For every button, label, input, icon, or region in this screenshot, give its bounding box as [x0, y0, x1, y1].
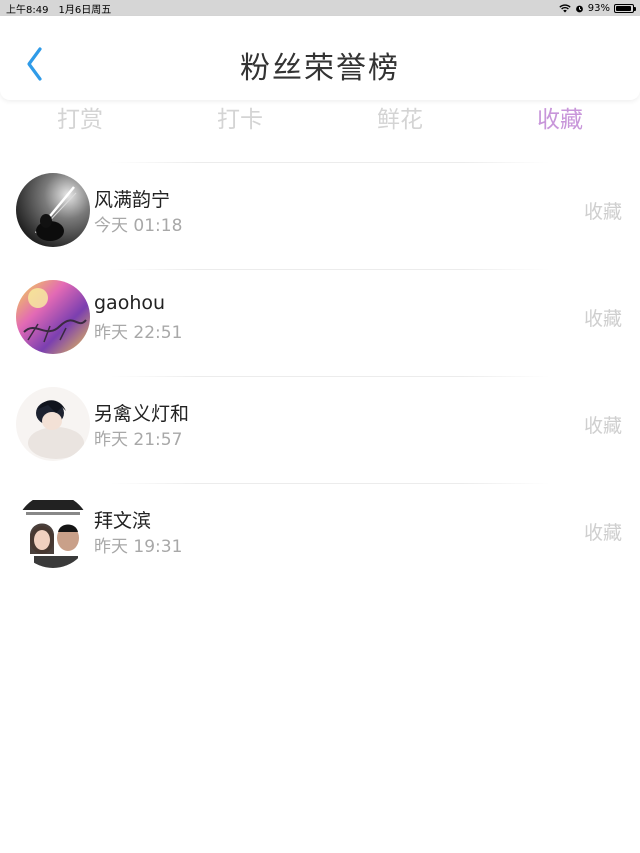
tab-flowers[interactable]: 鲜花 [320, 100, 480, 142]
fan-name: 拜文滨 [94, 510, 152, 532]
fan-time: 今天 01:18 [94, 216, 183, 236]
fan-time: 昨天 22:51 [94, 323, 183, 343]
nav-bar: 粉丝荣誉榜 [0, 16, 640, 100]
fan-action-label: 收藏 [583, 201, 622, 223]
page-title: 粉丝荣誉榜 [240, 51, 400, 86]
avatar [16, 280, 90, 354]
avatar [16, 387, 90, 461]
fan-time: 昨天 21:57 [94, 430, 183, 450]
battery-icon [614, 3, 636, 13]
tab-reward[interactable]: 打赏 [0, 100, 160, 142]
list-item[interactable]: 拜文滨 昨天 19:31 收藏 [0, 484, 640, 590]
tab-checkin[interactable]: 打卡 [160, 100, 320, 142]
fan-action-label: 收藏 [583, 522, 622, 544]
list-item[interactable]: 另禽义灯和 昨天 21:57 收藏 [0, 377, 640, 483]
battery-fill [616, 5, 631, 11]
status-right: 93% [559, 2, 636, 14]
alarm-icon [575, 5, 583, 12]
status-date: 1月6日周五 [58, 4, 112, 16]
fan-name: 另禽义灯和 [94, 403, 190, 425]
fan-name: gaohou [94, 292, 166, 314]
fan-time: 昨天 19:31 [94, 537, 183, 557]
status-left: 上午8:49 1月6日周五 [6, 1, 111, 16]
avatar [16, 494, 90, 568]
tab-bar: 打赏 打卡 鲜花 收藏 [0, 100, 640, 142]
wifi-icon [559, 3, 571, 12]
fan-action-label: 收藏 [583, 308, 622, 330]
avatar [16, 173, 90, 247]
status-bar: 上午8:49 1月6日周五 93% [0, 0, 640, 16]
battery-percent: 93% [587, 2, 610, 14]
fan-list: 风满韵宁 今天 01:18 收藏 gaohou 昨天 22:51 收藏 另禽义灯… [0, 162, 640, 590]
tab-favorites[interactable]: 收藏 [480, 100, 640, 142]
status-time: 上午8:49 [6, 4, 49, 16]
list-item[interactable]: 风满韵宁 今天 01:18 收藏 [0, 163, 640, 269]
fan-action-label: 收藏 [583, 415, 622, 437]
fan-name: 风满韵宁 [94, 189, 171, 211]
list-item[interactable]: gaohou 昨天 22:51 收藏 [0, 270, 640, 376]
